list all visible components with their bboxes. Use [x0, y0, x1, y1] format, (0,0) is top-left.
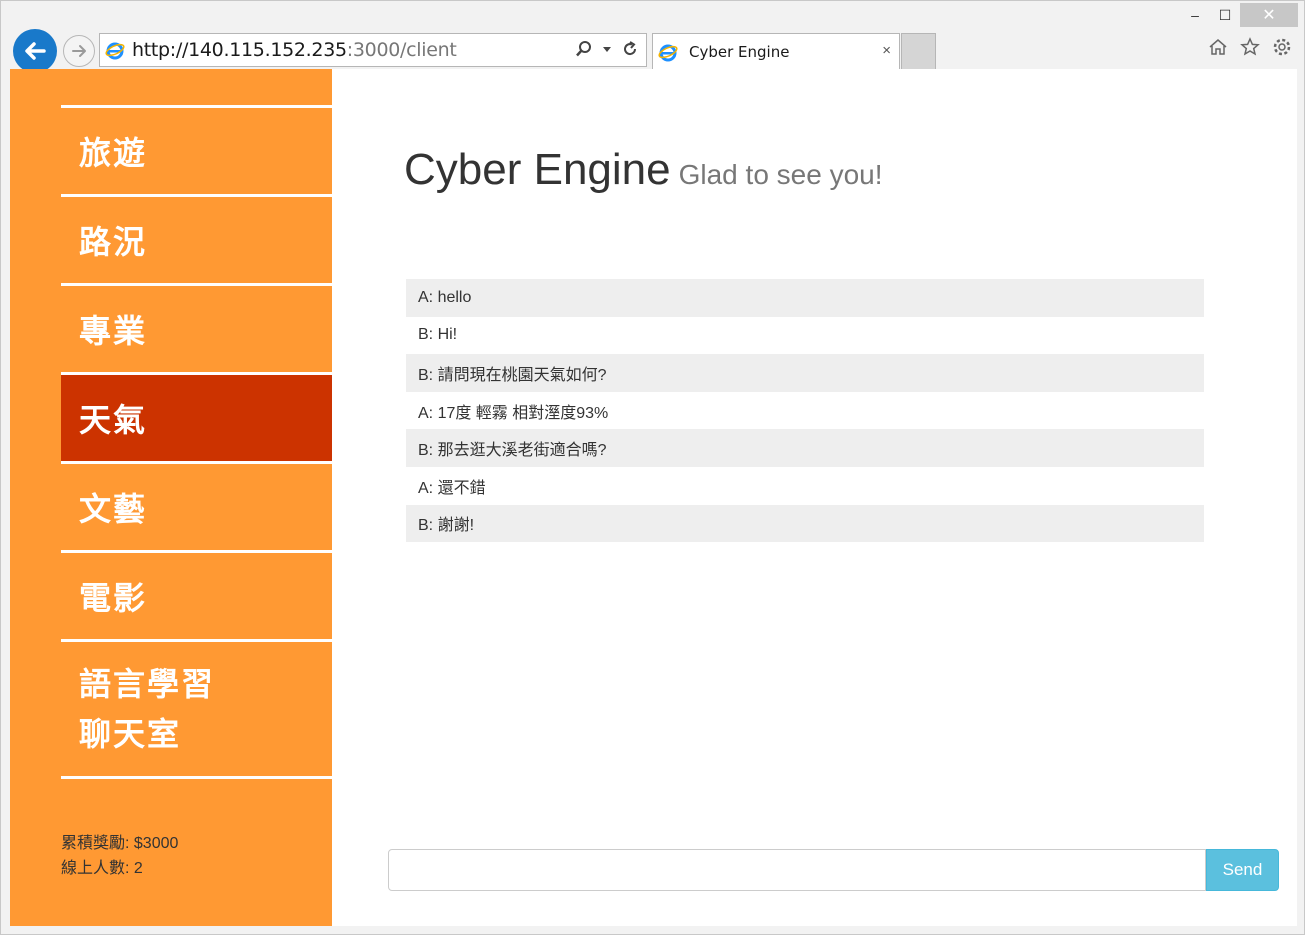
chat-message: A: hello: [406, 279, 1204, 317]
sidebar-item-label: 路況: [79, 224, 148, 260]
home-icon[interactable]: [1208, 37, 1228, 57]
address-tools: [576, 40, 638, 58]
tab-close-button[interactable]: ×: [882, 42, 891, 59]
search-icon[interactable]: [576, 40, 592, 58]
tab-title: Cyber Engine: [689, 42, 790, 61]
maximize-button[interactable]: ☐: [1210, 3, 1240, 27]
sidebar-item-professional[interactable]: 專業: [61, 283, 332, 372]
chat-log: A: hello B: Hi! B: 請問現在桃園天氣如何? A: 17度 輕霧…: [406, 279, 1204, 543]
arrow-left-icon: [25, 42, 46, 60]
browser-tab[interactable]: Cyber Engine ×: [652, 33, 900, 69]
reward-total: 累積獎勵: $3000: [61, 835, 179, 852]
sidebar-item-arts[interactable]: 文藝: [61, 461, 332, 550]
favorites-star-icon[interactable]: [1240, 37, 1260, 57]
address-bar[interactable]: http://140.115.152.235:3000/client: [99, 33, 647, 67]
tab-ie-icon: [657, 41, 679, 63]
sidebar-item-movies[interactable]: 電影: [61, 550, 332, 639]
ie-page-icon: [104, 39, 126, 61]
sidebar-nav: 旅遊 路況 專業 天氣 文藝 電影 語言學習 聊天室: [61, 105, 332, 779]
sidebar-stats: 累積獎勵: $3000 線上人數: 2: [61, 831, 178, 881]
sidebar-item-weather[interactable]: 天氣: [61, 372, 332, 461]
minimize-button[interactable]: ‒: [1180, 3, 1210, 27]
send-button[interactable]: Send: [1206, 849, 1279, 891]
browser-window: ‒ ☐ ✕ http://140.115.152.235:3000/client…: [0, 0, 1305, 935]
chat-message: A: 還不錯: [418, 479, 486, 497]
sidebar-item-travel[interactable]: 旅遊: [61, 105, 332, 194]
sidebar-item-label-line2: 聊天室: [79, 716, 182, 752]
sidebar-item-label: 旅遊: [79, 135, 148, 171]
close-window-button[interactable]: ✕: [1240, 3, 1298, 27]
chat-message: B: 謝謝!: [406, 504, 1204, 543]
url-host: http://140.115.152.235: [132, 39, 347, 61]
arrow-right-icon: [72, 45, 86, 57]
chat-message: B: 請問現在桃園天氣如何?: [406, 354, 1204, 392]
page-header: Cyber Engine Glad to see you!: [404, 145, 883, 195]
settings-gear-icon[interactable]: [1272, 37, 1292, 57]
chat-message: A: 17度 輕霧 相對溼度93%: [418, 404, 609, 422]
message-input[interactable]: [388, 849, 1206, 891]
refresh-icon[interactable]: [622, 40, 638, 58]
sidebar-item-traffic[interactable]: 路況: [61, 194, 332, 283]
sidebar-divider: [61, 776, 332, 779]
sidebar-item-label: 專業: [79, 313, 148, 349]
url-text: http://140.115.152.235:3000/client: [132, 39, 457, 61]
sidebar-item-label: 天氣: [79, 402, 148, 438]
message-composer: Send: [388, 849, 1279, 891]
page-subtitle: Glad to see you!: [678, 159, 883, 190]
chat-message: B: 那去逛大溪老街適合嗎?: [406, 429, 1204, 467]
chat-message: B: Hi!: [418, 326, 458, 344]
browser-titlebar: ‒ ☐ ✕ http://140.115.152.235:3000/client…: [1, 1, 1304, 73]
url-path: :3000/client: [346, 39, 457, 61]
main-content: Cyber Engine Glad to see you! A: hello B:…: [332, 69, 1297, 926]
sidebar: 旅遊 路況 專業 天氣 文藝 電影 語言學習 聊天室 累積獎勵: $3000 線…: [10, 69, 332, 926]
back-button[interactable]: [13, 29, 57, 73]
window-controls: ‒ ☐ ✕: [1180, 3, 1298, 27]
online-count: 線上人數: 2: [61, 860, 143, 877]
forward-button[interactable]: [63, 35, 95, 67]
dropdown-arrow-icon[interactable]: [602, 40, 612, 58]
page-title: Cyber Engine: [404, 145, 671, 194]
browser-toolbar-right: [1208, 37, 1292, 57]
new-tab-button[interactable]: [901, 33, 936, 69]
sidebar-item-label: 文藝: [79, 491, 148, 527]
web-page: 旅遊 路況 專業 天氣 文藝 電影 語言學習 聊天室 累積獎勵: $3000 線…: [10, 69, 1297, 926]
sidebar-item-label-line1: 語言學習: [79, 666, 216, 702]
sidebar-item-label: 電影: [79, 580, 148, 616]
sidebar-item-language-chatroom[interactable]: 語言學習 聊天室: [61, 639, 332, 776]
